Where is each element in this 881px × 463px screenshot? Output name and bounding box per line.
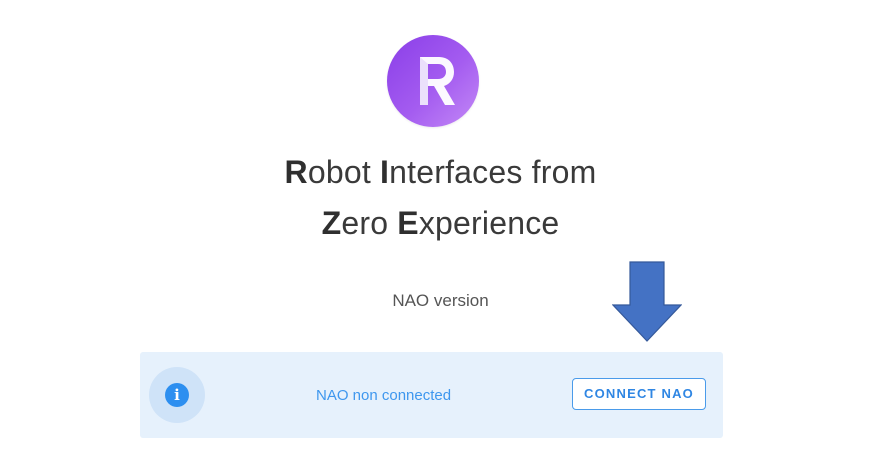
info-icon-container: i: [149, 367, 205, 423]
title-initial: Z: [321, 205, 342, 241]
title-line-1: Robot Interfaces from: [0, 154, 881, 191]
title-line-2: Zero Experience: [0, 205, 881, 242]
title-word-fragment: ero: [341, 205, 398, 241]
connect-nao-button[interactable]: CONNECT NAO: [572, 378, 706, 410]
landing-page: Robot Interfaces from Zero Experience NA…: [0, 0, 881, 463]
version-subtitle: NAO version: [392, 291, 489, 310]
title-initial: E: [397, 205, 419, 241]
title-initial: R: [284, 154, 308, 190]
down-arrow-icon: [612, 261, 682, 342]
title-word-fragment: obot: [307, 154, 381, 190]
info-icon: i: [165, 383, 189, 407]
title-word-fragment: nterfaces from: [389, 154, 597, 190]
title-word-fragment: xperience: [418, 205, 560, 241]
app-logo-icon: [387, 35, 479, 127]
connection-status-banner: i NAO non connected CONNECT NAO: [140, 352, 723, 438]
r-letter-logo-icon: [420, 57, 455, 105]
connection-status-text: NAO non connected: [316, 387, 452, 404]
title-initial: I: [380, 154, 390, 190]
